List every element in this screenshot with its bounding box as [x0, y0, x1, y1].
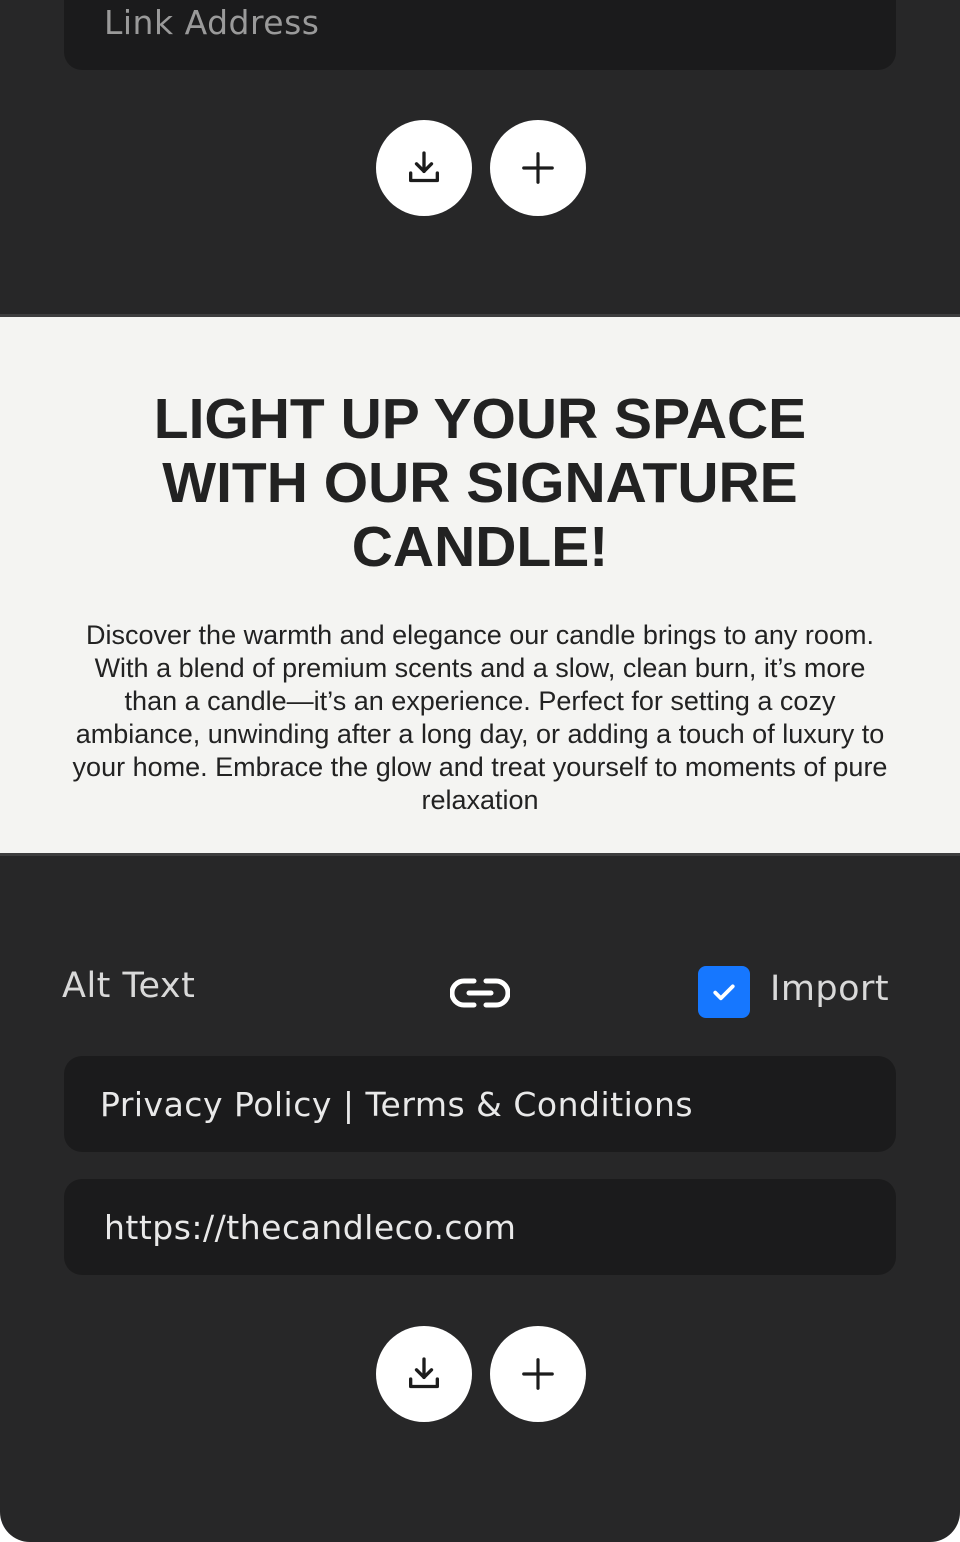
- download-icon: [409, 151, 439, 183]
- import-checkbox[interactable]: [698, 966, 750, 1018]
- add-block-button-bottom[interactable]: [490, 1326, 586, 1422]
- alt-text-label: Alt Text: [62, 966, 196, 1006]
- candle-promo-text-block[interactable]: LIGHT UP YOUR SPACE WITH OUR SIGNATURE C…: [0, 314, 960, 856]
- url-input[interactable]: https://thecandleco.com: [64, 1179, 896, 1275]
- plus-icon: [522, 152, 554, 184]
- download-button-bottom[interactable]: [376, 1326, 472, 1422]
- promo-headline: LIGHT UP YOUR SPACE WITH OUR SIGNATURE C…: [153, 387, 807, 579]
- email-editor-canvas: Link Address LIGHT UP YOUR SPACE WITH OU…: [0, 0, 960, 1542]
- link-address-input[interactable]: Link Address: [64, 0, 896, 70]
- add-block-button[interactable]: [490, 120, 586, 216]
- link-settings-panel-bottom: Alt Text Import Privacy Policy | Terms &…: [0, 856, 960, 1542]
- download-button[interactable]: [376, 120, 472, 216]
- download-icon: [409, 1357, 439, 1389]
- plus-icon: [522, 1358, 554, 1390]
- link-settings-panel-top: Link Address: [0, 0, 960, 314]
- promo-body-text: Discover the warmth and elegance our can…: [72, 620, 888, 815]
- link-icon: [449, 978, 511, 1008]
- link-toggle-button[interactable]: [449, 976, 511, 1015]
- checkmark-icon: [713, 984, 735, 1001]
- footer-links-text-input[interactable]: Privacy Policy | Terms & Conditions: [64, 1056, 896, 1152]
- import-label: Import: [770, 969, 890, 1009]
